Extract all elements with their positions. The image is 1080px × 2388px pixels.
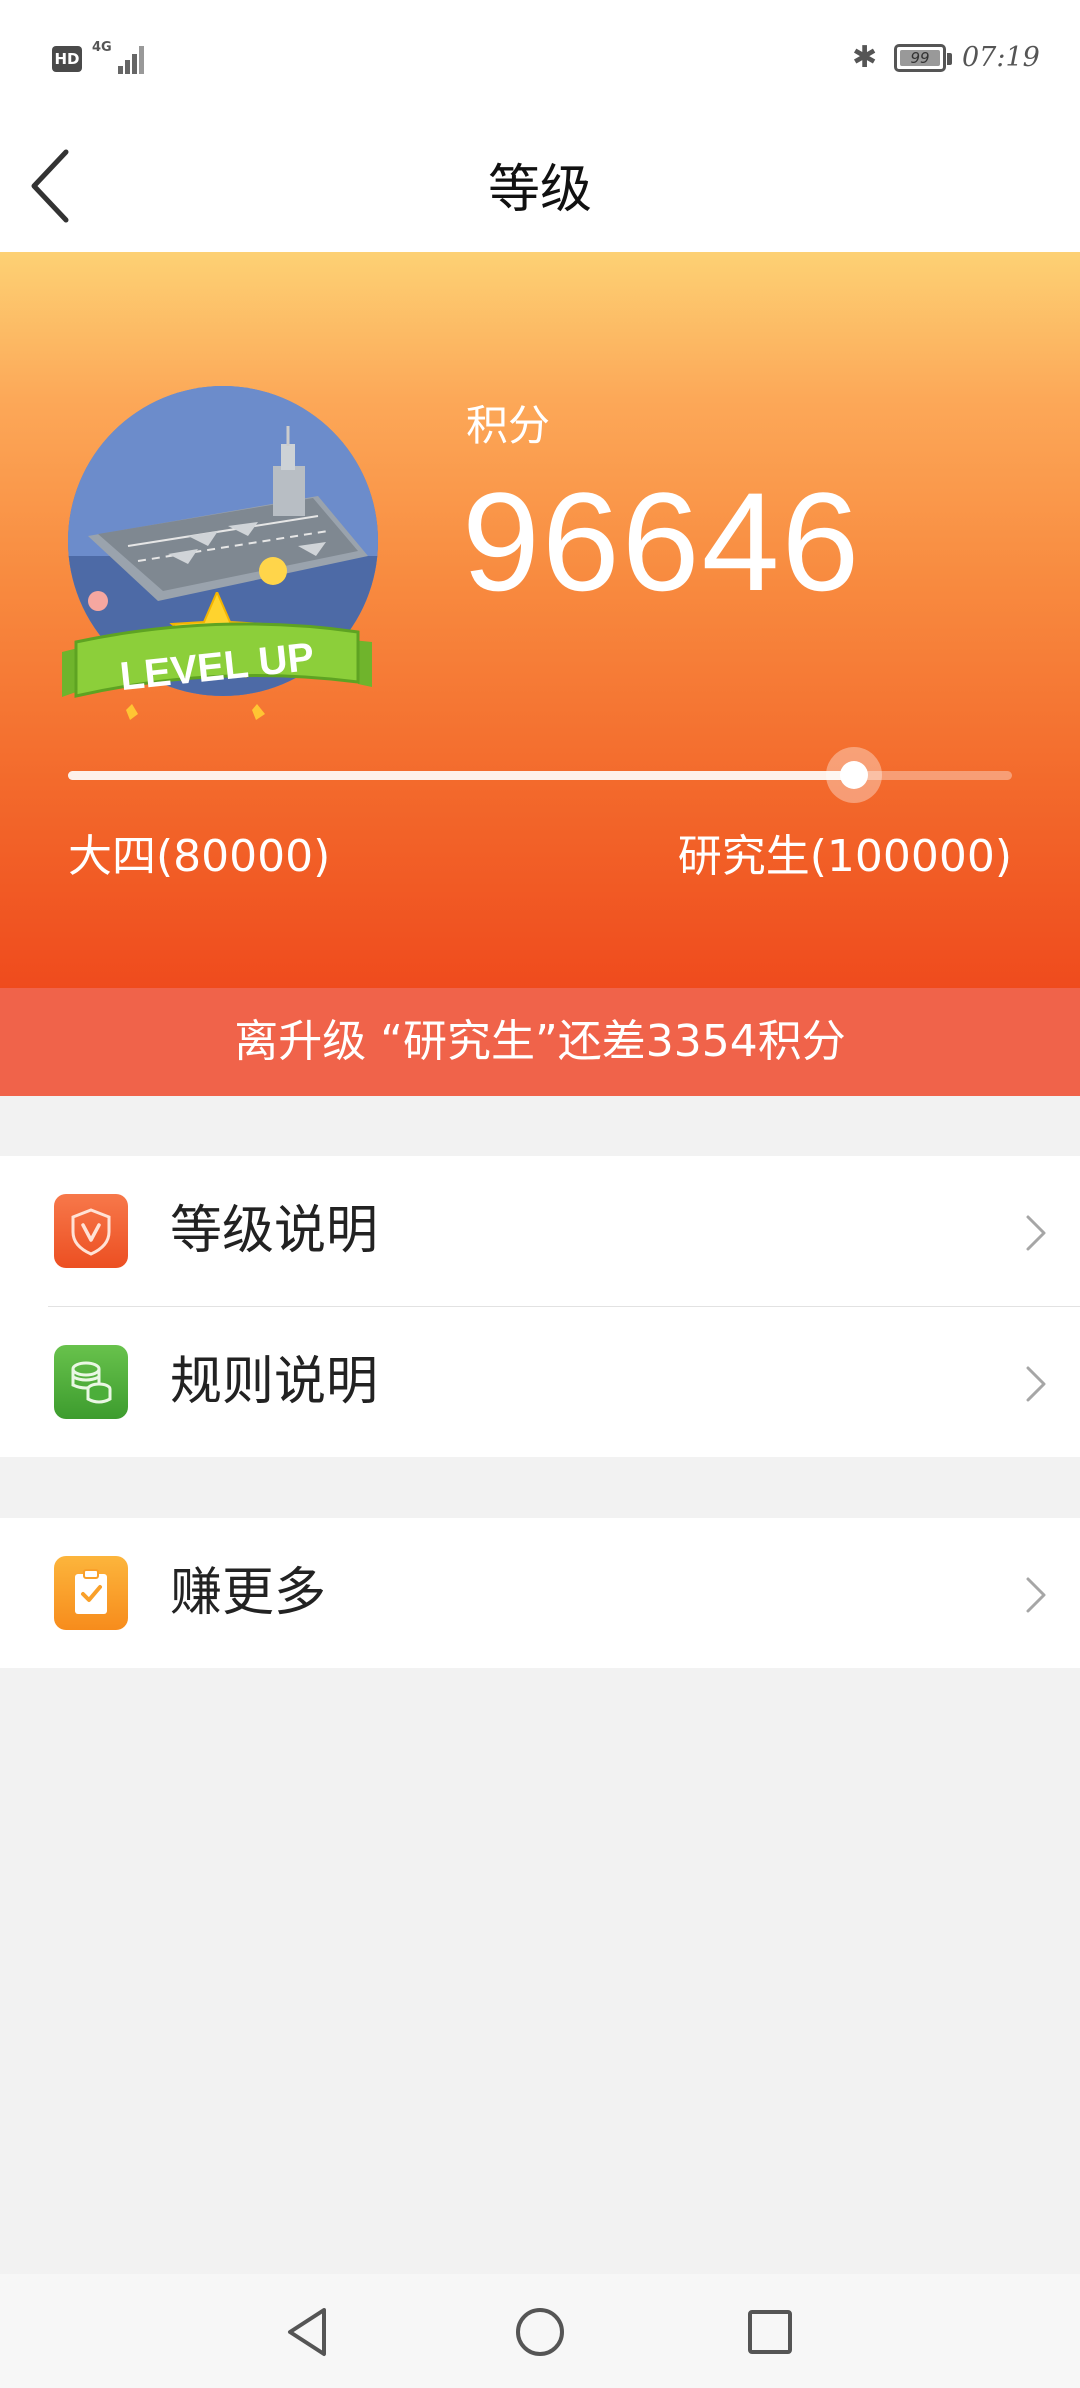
signal-icon bbox=[104, 42, 144, 74]
battery-level: 99 bbox=[910, 49, 930, 67]
chevron-right-icon bbox=[1026, 1366, 1046, 1402]
level-progress-bar bbox=[68, 747, 1012, 803]
earn-more-label: 赚更多 bbox=[170, 1563, 327, 1623]
hd-indicator: HD bbox=[52, 46, 82, 72]
coins-stack-icon bbox=[54, 1345, 128, 1419]
level-description-label: 等级说明 bbox=[170, 1201, 379, 1261]
remaining-points-banner: 离升级 “研究生”还差3354积分 bbox=[0, 988, 1080, 1096]
shield-v-icon bbox=[54, 1194, 128, 1268]
next-level-label: 研究生(100000) bbox=[677, 831, 1012, 882]
system-back-button[interactable] bbox=[278, 2302, 338, 2362]
level-description-item[interactable]: 等级说明 bbox=[0, 1156, 1080, 1306]
points-value: 96646 bbox=[462, 463, 862, 620]
system-home-button[interactable] bbox=[510, 2302, 570, 2362]
chevron-right-icon bbox=[1026, 1215, 1046, 1251]
battery-icon: 99 bbox=[894, 44, 952, 72]
clock: 07:19 bbox=[962, 42, 1040, 73]
clipboard-check-icon bbox=[54, 1556, 128, 1630]
square-recents-icon bbox=[748, 2310, 792, 2354]
circle-home-icon bbox=[516, 2308, 564, 2356]
earn-more-item[interactable]: 赚更多 bbox=[0, 1518, 1080, 1668]
chevron-right-icon bbox=[1026, 1577, 1046, 1613]
menu-group-info: 等级说明 规则说明 bbox=[0, 1156, 1080, 1457]
level-hero: LEVEL UP 积分 96646 大四(80000) 研究生(100000) bbox=[0, 252, 1080, 988]
progress-fill bbox=[68, 771, 854, 780]
rules-description-label: 规则说明 bbox=[170, 1352, 379, 1412]
level-up-badge: LEVEL UP bbox=[62, 592, 372, 720]
status-bar: HD 4G ✱ 99 07:19 bbox=[0, 0, 1080, 120]
nav-bar: 等级 bbox=[0, 120, 1080, 252]
rules-description-item[interactable]: 规则说明 bbox=[0, 1307, 1080, 1457]
bluetooth-icon: ✱ bbox=[852, 40, 878, 75]
triangle-back-icon bbox=[288, 2308, 326, 2356]
system-recents-button[interactable] bbox=[740, 2302, 800, 2362]
points-label: 积分 bbox=[466, 401, 551, 450]
progress-knob bbox=[825, 747, 882, 803]
current-level-label: 大四(80000) bbox=[68, 831, 331, 882]
page-title: 等级 bbox=[487, 160, 592, 220]
menu-group-earn: 赚更多 bbox=[0, 1518, 1080, 1668]
system-navigation-bar bbox=[0, 2274, 1080, 2388]
